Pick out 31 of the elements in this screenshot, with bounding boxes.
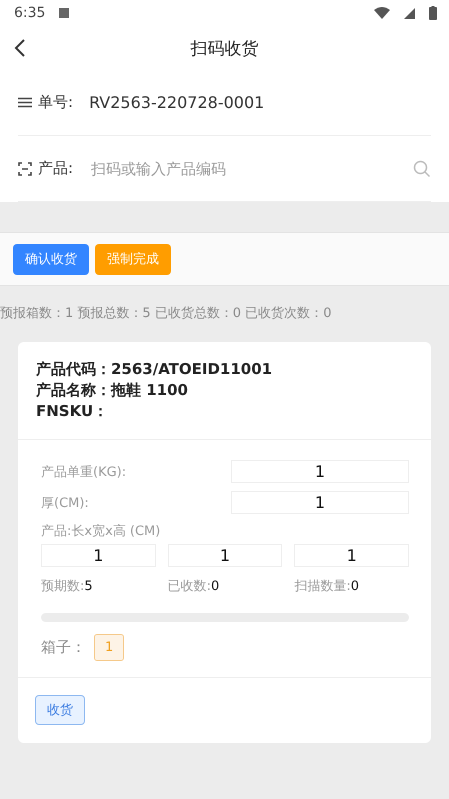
dimensions-label: 产品:长x宽x高 (CM) — [41, 523, 162, 540]
dimension-field[interactable]: 1 — [168, 544, 282, 567]
count-text: 扫描数量:0 — [294, 578, 360, 595]
receipt-summary: 预报箱数：1 预报总数：5 已收货总数：0 已收货次数：0 — [0, 305, 332, 322]
weight-label: 产品单重(KG): — [41, 464, 128, 480]
menu-icon — [18, 97, 32, 108]
notification-icon — [59, 8, 70, 18]
dimension-field[interactable]: 1 — [41, 544, 156, 567]
product-info: 产品名称：拖鞋 1100 — [36, 381, 189, 400]
status-time: 6:35 — [14, 5, 46, 21]
order-number: RV2563-220728-0001 — [89, 93, 264, 112]
action-button[interactable]: 确认收货 — [13, 244, 89, 274]
back-icon[interactable] — [14, 38, 26, 58]
count-text: 已收数:0 — [168, 578, 220, 595]
thickness-label: 厚(CM): — [41, 494, 90, 512]
scan-icon — [18, 162, 32, 176]
weight-field[interactable]: 1 — [231, 460, 409, 483]
wifi-icon — [374, 7, 390, 19]
thickness-field[interactable]: 1 — [231, 491, 409, 514]
page-title: 扫码收货 — [190, 38, 258, 60]
product-info: 产品代码：2563/ATOEID11001 — [36, 360, 274, 379]
dimension-field[interactable]: 1 — [294, 544, 409, 567]
product-info: FNSKU： — [36, 402, 110, 421]
signal-icon — [404, 8, 415, 18]
count-text: 预期数:5 — [41, 578, 94, 595]
product-code-field[interactable]: 扫码或输入产品编码 — [89, 158, 407, 178]
product-label: 产品: — [38, 159, 74, 178]
boxes-label: 箱子： — [41, 638, 86, 657]
order-label: 单号: — [38, 93, 74, 112]
battery-icon — [429, 6, 437, 20]
receive-button[interactable]: 收货 — [35, 695, 85, 725]
